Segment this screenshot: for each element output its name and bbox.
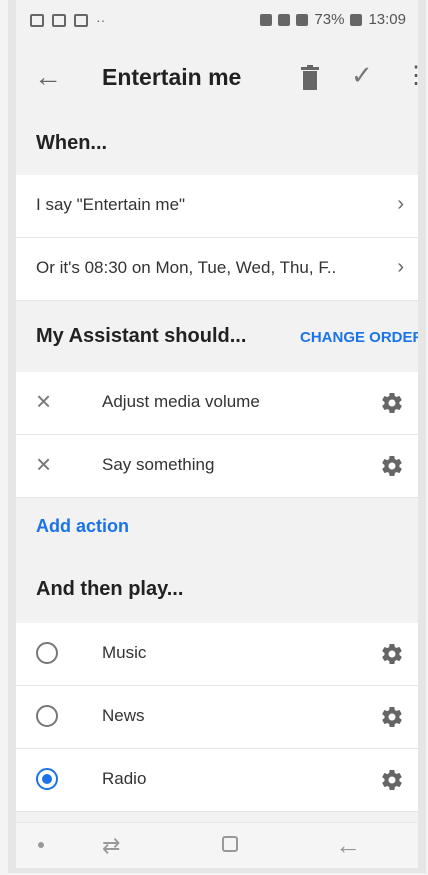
gear-icon[interactable]: [380, 454, 404, 478]
status-time: 13:09: [368, 11, 406, 28]
more-vert-icon[interactable]: ⋮: [404, 62, 418, 90]
gear-icon[interactable]: [380, 768, 404, 792]
when-section-header: When...: [16, 112, 418, 174]
check-icon[interactable]: ✓: [351, 60, 373, 91]
battery-percent: 73%: [314, 11, 345, 28]
play-option-label: Music: [102, 643, 147, 662]
alarm-icon: [260, 13, 273, 26]
app-bar: ← Entertain me ✓ ⋮: [16, 44, 418, 113]
signal-icon: [296, 13, 309, 26]
status-left-icons: ··: [30, 12, 105, 28]
phone-screen: ·· 73% 13:09 ← Entertain me ✓ ⋮ When... …: [16, 0, 418, 868]
play-option-row[interactable]: Music: [16, 623, 418, 686]
change-order-button[interactable]: CHANGE ORDER: [300, 329, 418, 346]
photo-icon: [74, 13, 88, 27]
trash-icon[interactable]: [299, 64, 321, 92]
status-right: 73% 13:09: [260, 11, 406, 28]
action-label: Adjust media volume: [102, 392, 260, 411]
assistant-title: My Assistant should...: [36, 325, 247, 347]
gallery-icon: [30, 13, 44, 27]
sim-icon: [52, 13, 66, 27]
page-title: Entertain me: [102, 64, 242, 90]
arrow-left-icon[interactable]: ←: [34, 60, 62, 94]
battery-icon: [350, 13, 363, 26]
dot-icon: [38, 842, 44, 848]
status-bar: ·· 73% 13:09: [16, 0, 418, 44]
trigger-voice-label: I say "Entertain me": [36, 195, 186, 214]
play-option-row[interactable]: Radio: [16, 749, 418, 812]
back-nav-icon[interactable]: ←: [335, 830, 361, 861]
chevron-right-icon: ›: [397, 256, 404, 278]
chevron-right-icon: ›: [397, 193, 404, 215]
radio-button-selected[interactable]: [36, 768, 58, 790]
action-row[interactable]: × Adjust media volume: [16, 372, 418, 435]
add-action-area: Add action And then play...: [16, 498, 418, 622]
volte-icon: [278, 13, 291, 26]
trigger-time-row[interactable]: Or it's 08:30 on Mon, Tue, Wed, Thu, F..…: [16, 238, 418, 301]
radio-button[interactable]: [36, 642, 58, 664]
remove-action-icon[interactable]: ×: [36, 450, 51, 478]
gear-icon[interactable]: [380, 391, 404, 415]
when-title: When...: [36, 132, 108, 154]
play-option-label: News: [102, 706, 145, 725]
play-title: And then play...: [36, 578, 184, 600]
play-option-row[interactable]: News: [16, 686, 418, 749]
remove-action-icon[interactable]: ×: [36, 387, 51, 415]
system-nav-bar: ⇄ ←: [16, 822, 418, 868]
more-dots-icon: ··: [96, 12, 106, 28]
radio-button[interactable]: [36, 705, 58, 727]
action-label: Say something: [102, 455, 215, 474]
recents-icon[interactable]: ⇄: [102, 833, 120, 859]
screenshot-frame: ·· 73% 13:09 ← Entertain me ✓ ⋮ When... …: [0, 0, 428, 875]
play-option-label: Radio: [102, 769, 147, 788]
trigger-time-label: Or it's 08:30 on Mon, Tue, Wed, Thu, F..: [36, 258, 337, 277]
assistant-section-header: My Assistant should... CHANGE ORDER: [16, 301, 418, 371]
gear-icon[interactable]: [380, 705, 404, 729]
home-icon[interactable]: [222, 836, 238, 852]
add-action-button[interactable]: Add action: [36, 516, 129, 537]
gear-icon[interactable]: [380, 642, 404, 666]
action-row[interactable]: × Say something: [16, 435, 418, 498]
trigger-voice-row[interactable]: I say "Entertain me" ›: [16, 175, 418, 238]
